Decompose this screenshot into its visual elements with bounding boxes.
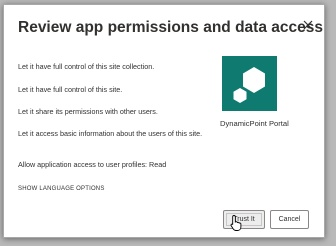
- hand-cursor-icon: [230, 214, 244, 232]
- app-name: DynamicPoint Portal: [220, 119, 289, 128]
- cancel-button[interactable]: Cancel: [270, 210, 309, 229]
- close-icon[interactable]: [300, 17, 316, 33]
- permissions-dialog: Review app permissions and data access L…: [3, 4, 325, 238]
- permission-item: Let it have full control of this site co…: [18, 62, 155, 71]
- show-language-options-link[interactable]: SHOW LANGUAGE OPTIONS: [18, 186, 105, 192]
- permission-item: Let it access basic information about th…: [18, 129, 203, 138]
- permission-item: Let it share its permissions with other …: [18, 107, 158, 116]
- dialog-title: Review app permissions and data access: [18, 19, 323, 36]
- app-logo-icon: [222, 56, 277, 111]
- permission-item: Allow application access to user profile…: [18, 160, 167, 169]
- permission-item: Let it have full control of this site.: [18, 85, 123, 94]
